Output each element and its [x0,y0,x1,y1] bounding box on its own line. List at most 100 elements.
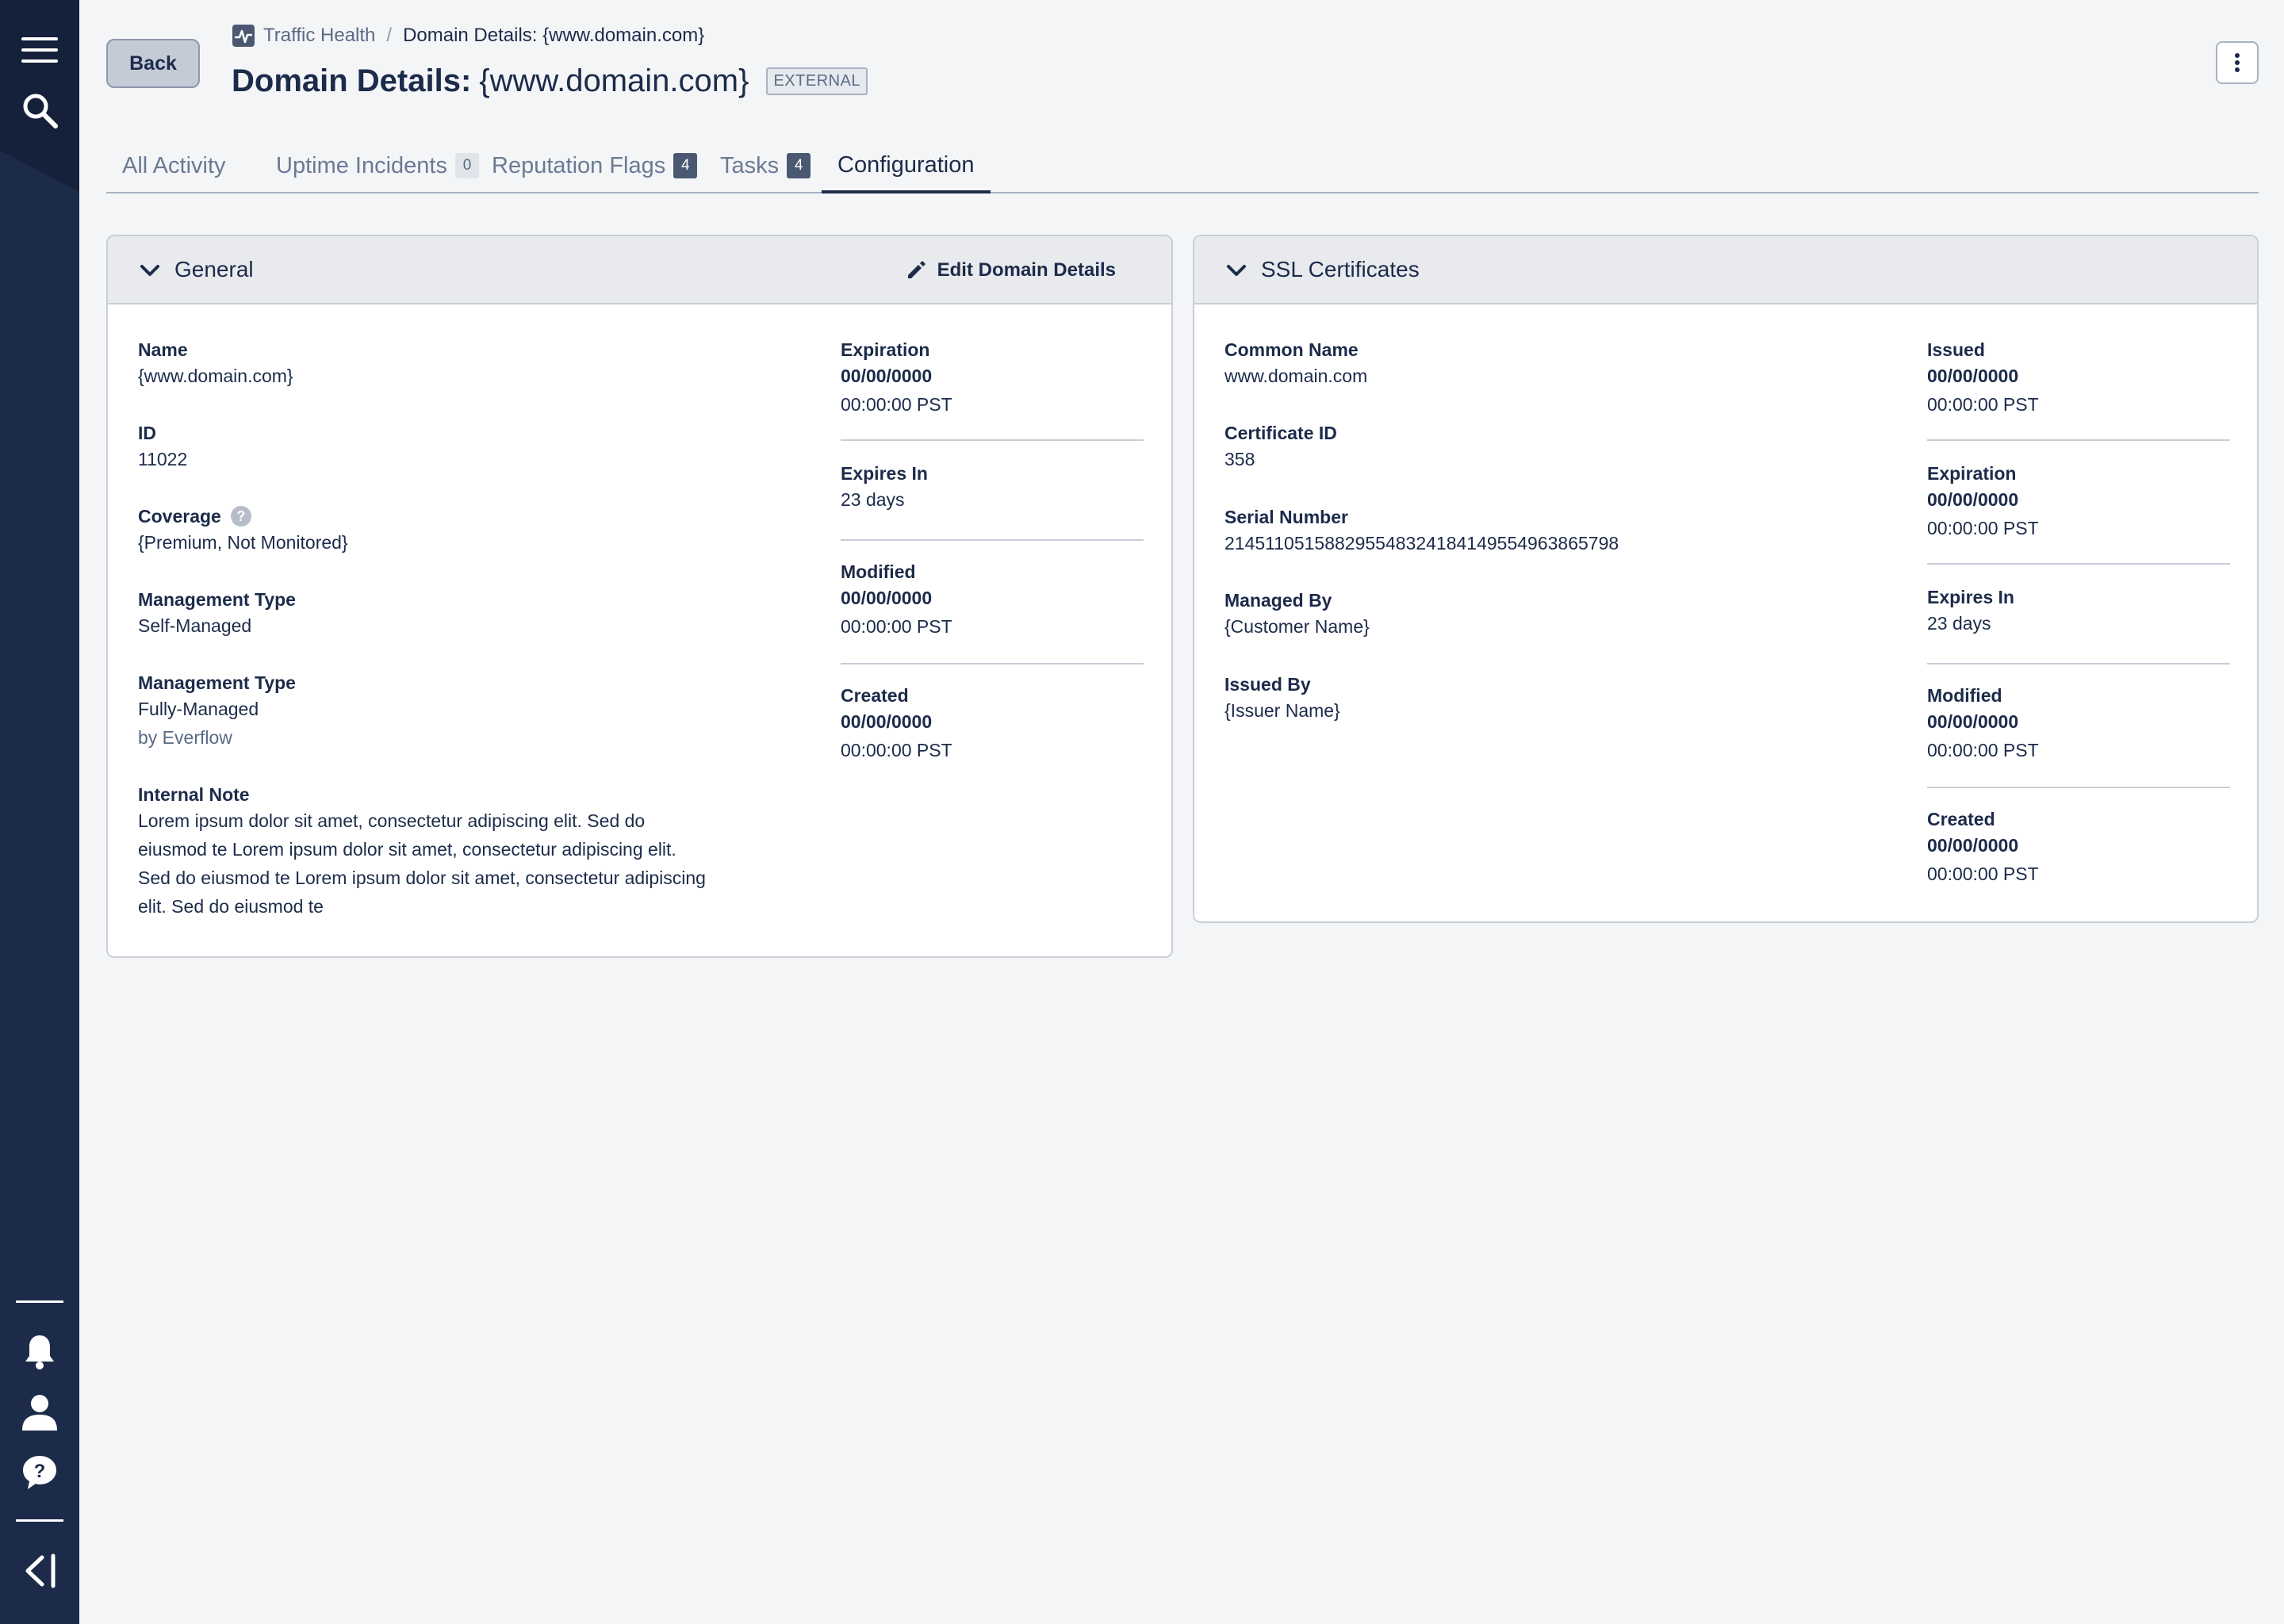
menu-icon[interactable] [20,30,59,70]
managed-by-text: by Everflow [138,727,232,748]
divider [1927,663,2230,665]
field-time: 00:00:00 PST [841,616,952,637]
expires-in-field: Expires In 23 days [1927,585,2014,638]
coverage-field: Coverage ? {Premium, Not Monitored} [138,504,348,557]
field-date: 00/00/0000 [841,711,933,732]
sidebar-divider [16,1519,63,1522]
created-field: Created 00/00/0000 00:00:00 PST [1927,807,2039,888]
kebab-icon [2235,53,2240,72]
field-value: Fully-Managed [138,699,259,719]
field-label: Management Type [138,672,296,693]
external-badge: EXTERNAL [766,67,868,95]
tab-label: Tasks [720,152,780,178]
certificate-id-field: Certificate ID 358 [1224,421,1337,473]
field-label: Management Type [138,588,296,610]
tab-reputation-flags[interactable]: Reputation Flags 4 [476,140,713,192]
help-circle-icon[interactable]: ? [230,506,251,527]
tab-label: Reputation Flags [492,152,666,178]
tab-tasks[interactable]: Tasks 4 [704,140,826,192]
tab-bar: All Activity Uptime Incidents 0 Reputati… [106,140,2259,193]
field-label: Expiration [1927,462,2017,484]
id-field: ID 11022 [138,421,187,473]
field-date: 00/00/0000 [1927,711,2019,732]
coverage-label: Coverage [138,505,221,527]
field-label: Expires In [1927,586,2014,607]
search-icon[interactable] [20,90,59,130]
traffic-health-icon [232,25,255,47]
field-value: 358 [1224,449,1255,469]
field-time: 00:00:00 PST [841,394,952,415]
divider [1927,439,2230,441]
field-value: 23 days [841,489,905,510]
tab-all-activity[interactable]: All Activity [106,140,242,192]
divider [841,439,1144,441]
breadcrumb: Traffic Health / Domain Details: {www.do… [232,22,704,49]
modified-field: Modified 00/00/0000 00:00:00 PST [1927,684,2039,764]
tab-label: Uptime Incidents [276,152,447,178]
field-time: 00:00:00 PST [1927,740,2039,760]
collapse-icon[interactable] [20,1551,59,1591]
user-icon[interactable] [20,1392,59,1432]
edit-domain-details-button[interactable]: Edit Domain Details [906,254,1116,287]
help-icon[interactable]: ? [20,1453,59,1492]
divider [841,663,1144,665]
internal-note-field: Internal Note Lorem ipsum dolor sit amet… [138,783,709,921]
more-options-button[interactable] [2216,41,2259,84]
tab-label: All Activity [122,152,226,178]
field-label: Managed By [1224,589,1332,611]
expiration-field: Expiration 00/00/0000 00:00:00 PST [841,338,952,419]
common-name-field: Common Name www.domain.com [1224,338,1367,390]
field-value: 11022 [138,449,188,469]
name-field: Name {www.domain.com} [138,338,293,390]
field-date: 00/00/0000 [1927,835,2019,856]
tab-count-badge: 4 [673,153,698,178]
field-label: Modified [1927,684,2002,706]
field-value: Self-Managed [138,615,252,636]
internal-note-text: Lorem ipsum dolor sit amet, consectetur … [138,810,706,917]
ssl-card-header: SSL Certificates [1194,236,2257,304]
sidebar: ? [0,0,79,1624]
field-value: www.domain.com [1224,366,1368,386]
back-button[interactable]: Back [106,39,200,88]
field-date: 00/00/0000 [841,366,933,386]
field-label: Created [841,684,909,706]
page-title-prefix: Domain Details: [232,63,472,98]
field-value: {Issuer Name} [1224,700,1340,721]
field-date: 00/00/0000 [841,588,933,608]
issued-field: Issued 00/00/0000 00:00:00 PST [1927,338,2039,419]
field-time: 00:00:00 PST [1927,864,2039,884]
field-label: Modified [841,561,916,582]
field-label: Common Name [1224,339,1359,360]
edit-domain-details-label: Edit Domain Details [937,259,1116,281]
field-value: {Premium, Not Monitored} [138,532,348,553]
field-label: ID [138,422,156,443]
field-value: 214511051588295548324184149554963865798 [1224,533,1619,553]
field-date: 00/00/0000 [1927,366,2019,386]
page-title-domain: {www.domain.com} [479,63,749,98]
field-label: Issued By [1224,673,1311,695]
serial-number-field: Serial Number 21451105158829554832418414… [1224,505,1619,557]
sidebar-divider [16,1300,63,1303]
expires-in-field: Expires In 23 days [841,462,928,514]
field-value: {Customer Name} [1224,616,1370,637]
field-date: 00/00/0000 [1927,489,2019,510]
issued-by-field: Issued By {Issuer Name} [1224,672,1340,725]
tab-uptime-incidents[interactable]: Uptime Incidents 0 [260,140,495,192]
bell-icon[interactable] [20,1332,59,1372]
divider [1927,787,2230,788]
field-label: Name [138,339,188,360]
chevron-down-icon[interactable] [1224,259,1248,282]
field-label: Internal Note [138,783,250,805]
divider [1927,563,2230,565]
tab-configuration[interactable]: Configuration [822,140,991,193]
divider [841,539,1144,541]
management-type-field: Management Type Self-Managed [138,588,296,640]
created-field: Created 00/00/0000 00:00:00 PST [841,684,952,764]
breadcrumb-traffic-health[interactable]: Traffic Health [263,25,375,47]
breadcrumb-separator: / [386,25,393,46]
field-label: Expiration [841,339,930,360]
tab-label: Configuration [837,151,975,178]
chevron-down-icon[interactable] [138,259,162,282]
field-label: Expires In [841,462,928,484]
field-value: 23 days [1927,613,1991,634]
